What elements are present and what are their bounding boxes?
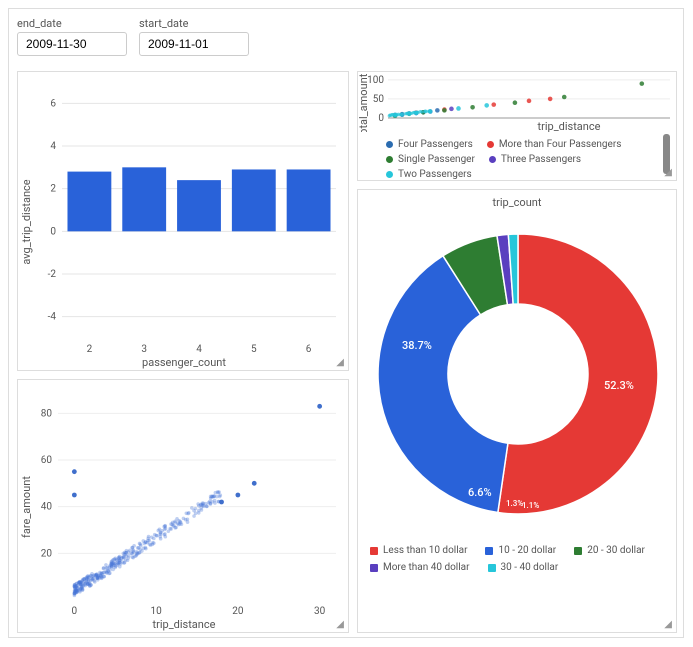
svg-text:30: 30 xyxy=(314,606,326,617)
legend-item[interactable]: Single Passenger xyxy=(386,154,475,165)
legend-label: Three Passengers xyxy=(501,154,581,165)
svg-text:80: 80 xyxy=(41,408,53,419)
legend-label: More than Four Passengers xyxy=(499,139,622,150)
filter-end-date-label: end_date xyxy=(17,17,127,30)
end-date-input[interactable] xyxy=(17,32,127,56)
donut-title: trip_count xyxy=(358,196,676,209)
panel-total-amount-scatter: 050100trip_distancetotal_amount Four Pas… xyxy=(357,71,677,181)
legend-label: 30 - 40 dollar xyxy=(501,562,559,573)
legend-item[interactable]: Two Passengers xyxy=(386,169,472,180)
svg-text:5: 5 xyxy=(251,344,257,355)
legend-item[interactable]: 30 - 40 dollar xyxy=(488,562,559,573)
scatter-top-legend: Four Passengers More than Four Passenger… xyxy=(358,135,676,186)
svg-text:-4: -4 xyxy=(48,312,57,323)
legend-dot-icon xyxy=(487,141,494,148)
legend-label: 10 - 20 dollar xyxy=(498,545,556,556)
svg-text:0: 0 xyxy=(378,113,384,124)
legend-item[interactable]: 20 - 30 dollar xyxy=(574,545,645,556)
legend-item[interactable]: Three Passengers xyxy=(489,154,581,165)
chart-grid: -4 -2 0 2 4 6 2 3 4 5 6 passenger_count avg_trip_dis… xyxy=(17,71,675,629)
legend-item[interactable]: Less than 10 dollar xyxy=(370,545,467,556)
legend-item[interactable]: Four Passengers xyxy=(386,139,473,150)
legend-item[interactable]: More than Four Passengers xyxy=(487,139,622,150)
filter-bar: end_date start_date xyxy=(17,17,675,56)
legend-label: Four Passengers xyxy=(398,139,473,150)
svg-text:2: 2 xyxy=(50,184,56,195)
svg-text:0: 0 xyxy=(72,606,78,617)
svg-text:passenger_count: passenger_count xyxy=(142,356,226,369)
svg-text:-2: -2 xyxy=(48,269,57,280)
legend-label: 20 - 30 dollar xyxy=(587,545,645,556)
legend-label: Less than 10 dollar xyxy=(383,545,467,556)
legend-swatch-icon xyxy=(488,564,496,572)
legend-swatch-icon xyxy=(370,547,378,555)
panel-avg-trip-distance-bar: -4 -2 0 2 4 6 2 3 4 5 6 passenger_count avg_trip_dis… xyxy=(17,71,349,371)
svg-text:60: 60 xyxy=(41,455,53,466)
svg-text:avg_trip_distance: avg_trip_distance xyxy=(20,179,33,264)
svg-text:0: 0 xyxy=(50,226,56,237)
scatter-top-chart: 050100trip_distancetotal_amount xyxy=(358,72,678,132)
svg-text:4: 4 xyxy=(50,141,56,152)
legend-label: Two Passengers xyxy=(398,169,472,180)
legend-dot-icon xyxy=(386,141,393,148)
svg-text:50: 50 xyxy=(373,94,385,105)
svg-text:3: 3 xyxy=(141,344,147,355)
svg-text:4: 4 xyxy=(196,344,202,355)
svg-text:10: 10 xyxy=(150,606,162,617)
legend-item[interactable]: More than 40 dollar xyxy=(370,562,470,573)
legend-dot-icon xyxy=(489,156,496,163)
filter-start-date: start_date xyxy=(139,17,249,56)
svg-text:6: 6 xyxy=(50,98,56,109)
filter-end-date: end_date xyxy=(17,17,127,56)
legend-label: Single Passenger xyxy=(398,154,475,165)
bar-chart: -4 -2 0 2 4 6 2 3 4 5 6 passenger_count avg_trip_dis… xyxy=(18,72,350,372)
panel-fare-amount-scatter: 204060800102030trip_distancefare_amount … xyxy=(17,379,349,633)
legend-swatch-icon xyxy=(370,564,378,572)
filter-start-date-label: start_date xyxy=(139,17,249,30)
svg-text:total_amount: total_amount xyxy=(358,73,370,132)
svg-text:trip_distance: trip_distance xyxy=(153,618,216,631)
donut-legend: Less than 10 dollar 10 - 20 dollar 20 - … xyxy=(358,539,676,579)
scatter-left-chart: 20 40 60 80 0 10 20 30 trip_distance fare_amount xyxy=(18,380,350,634)
legend-label: More than 40 dollar xyxy=(383,562,470,573)
start-date-input[interactable] xyxy=(139,32,249,56)
svg-text:6: 6 xyxy=(306,344,312,355)
resize-icon: ◢ xyxy=(664,619,672,630)
legend-dot-icon xyxy=(386,171,393,178)
svg-text:2: 2 xyxy=(87,344,93,355)
svg-text:40: 40 xyxy=(41,502,53,513)
legend-item[interactable]: 10 - 20 dollar xyxy=(485,545,556,556)
legend-swatch-icon xyxy=(574,547,582,555)
legend-swatch-icon xyxy=(485,547,493,555)
dashboard: end_date start_date -4 -2 0 2 4 6 2 3 4 5 6 passeng… xyxy=(8,8,684,638)
scrollbar[interactable] xyxy=(663,134,670,174)
donut-chart: 52.3% 38.7% 6.6% 1.3% 1.1% xyxy=(358,209,676,539)
legend-dot-icon xyxy=(386,156,393,163)
panel-trip-count-donut: trip_count 52.3% 38.7% 6.6% 1.3% 1.1% Le… xyxy=(357,189,677,633)
svg-text:trip_distance: trip_distance xyxy=(538,120,601,132)
svg-text:fare_amount: fare_amount xyxy=(20,476,33,538)
svg-text:20: 20 xyxy=(41,548,53,559)
svg-text:20: 20 xyxy=(232,606,244,617)
